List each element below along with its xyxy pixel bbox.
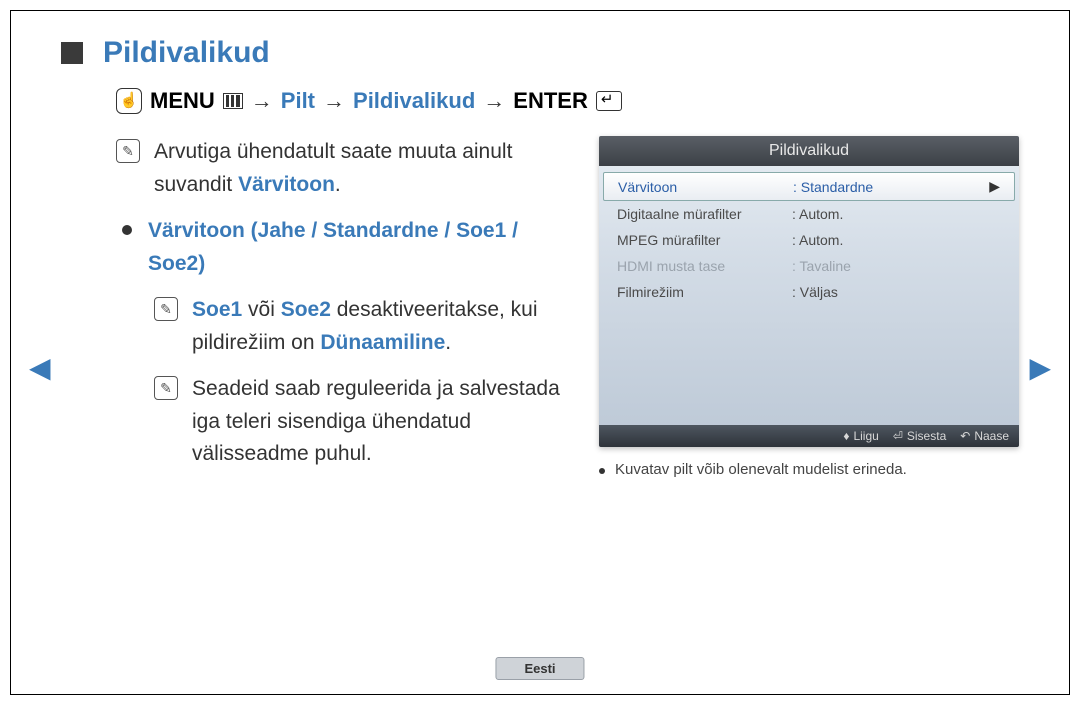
enter-icon: [596, 91, 622, 111]
footer-enter: ⏎ Sisesta: [893, 429, 946, 443]
osd-row-value: : Autom.: [792, 232, 1001, 248]
bullet-item: Värvitoon (Jahe / Standardne / Soe1 / So…: [116, 215, 574, 280]
note-1: ✎ Arvutiga ühendatult saate muuta ainult…: [116, 136, 574, 201]
breadcrumb-sep: →: [483, 88, 505, 114]
hand-icon: ☝: [116, 88, 142, 114]
osd-row-label: MPEG mürafilter: [617, 232, 792, 248]
text: või: [242, 298, 281, 321]
note-2: ✎ Soe1 või Soe2 desaktiveeritakse, kui p…: [154, 294, 574, 359]
text-highlight: Dünaamiline: [320, 331, 445, 354]
osd-panel: Pildivalikud Värvitoon: Standardne▶Digit…: [599, 136, 1019, 447]
square-bullet-icon: [61, 42, 83, 64]
osd-row[interactable]: MPEG mürafilter: Autom.: [603, 227, 1015, 253]
osd-row-label: Filmirežiim: [617, 284, 792, 300]
note-icon: ✎: [116, 139, 140, 163]
osd-row-label: Värvitoon: [618, 179, 793, 195]
language-badge: Eesti: [495, 657, 584, 680]
osd-row-value: : Standardne: [793, 179, 989, 195]
breadcrumb-sep: →: [251, 88, 273, 114]
footer-move-label: Liigu: [853, 429, 878, 443]
osd-row[interactable]: HDMI musta tase: Tavaline: [603, 253, 1015, 279]
osd-footer: ♦ Liigu ⏎ Sisesta ↶ Naase: [599, 425, 1019, 447]
osd-row-label: HDMI musta tase: [617, 258, 792, 274]
note-2-text: Soe1 või Soe2 desaktiveeritakse, kui pil…: [192, 294, 574, 359]
nav-next-arrow[interactable]: ▶: [1029, 351, 1051, 384]
text-highlight: Soe1: [192, 298, 242, 321]
footer-enter-label: Sisesta: [907, 429, 946, 443]
footer-move: ♦ Liigu: [843, 429, 878, 443]
text-highlight: Värvitoon: [238, 173, 335, 196]
breadcrumb-sep: →: [323, 88, 345, 114]
two-column-layout: ✎ Arvutiga ühendatult saate muuta ainult…: [116, 136, 1019, 485]
title-row: Pildivalikud: [61, 36, 1019, 70]
text-highlight: Soe2: [281, 298, 331, 321]
bullet-icon: [122, 225, 132, 235]
osd-row-value: : Tavaline: [792, 258, 1001, 274]
osd-row-value: : Autom.: [792, 206, 1001, 222]
left-column: ✎ Arvutiga ühendatult saate muuta ainult…: [116, 136, 574, 485]
text: .: [445, 331, 451, 354]
osd-body: Värvitoon: Standardne▶Digitaalne mürafil…: [599, 166, 1019, 425]
chevron-right-icon: ▶: [989, 178, 1000, 195]
nav-prev-arrow[interactable]: ◀: [29, 351, 51, 384]
enter-small-icon: ⏎: [893, 429, 903, 443]
content: Pildivalikud ☝ MENU → Pilt → Pildivaliku…: [61, 36, 1019, 485]
return-icon: ↶: [960, 429, 970, 443]
breadcrumb-pildivalikud: Pildivalikud: [353, 88, 475, 114]
footer-return-label: Naase: [974, 429, 1009, 443]
page-title: Pildivalikud: [103, 36, 270, 70]
osd-title: Pildivalikud: [599, 136, 1019, 166]
right-column: Pildivalikud Värvitoon: Standardne▶Digit…: [599, 136, 1019, 485]
page-frame: Pildivalikud ☝ MENU → Pilt → Pildivaliku…: [10, 10, 1070, 695]
osd-row[interactable]: Värvitoon: Standardne▶: [603, 172, 1015, 201]
caption-text: Kuvatav pilt võib olenevalt mudelist eri…: [615, 461, 907, 478]
breadcrumb-enter: ENTER: [513, 88, 588, 114]
updown-icon: ♦: [843, 429, 849, 443]
note-3-text: Seadeid saab reguleerida ja salvestada i…: [192, 373, 574, 471]
osd-row[interactable]: Digitaalne mürafilter: Autom.: [603, 201, 1015, 227]
osd-caption: Kuvatav pilt võib olenevalt mudelist eri…: [599, 461, 1019, 478]
note-3: ✎ Seadeid saab reguleerida ja salvestada…: [154, 373, 574, 471]
caption-bullet-icon: [599, 468, 605, 474]
breadcrumb-pilt: Pilt: [281, 88, 315, 114]
menu-grid-icon: [223, 93, 243, 109]
osd-row[interactable]: Filmirežiim: Väljas: [603, 279, 1015, 305]
osd-row-value: : Väljas: [792, 284, 1001, 300]
note-icon: ✎: [154, 297, 178, 321]
text: .: [335, 173, 341, 196]
osd-row-label: Digitaalne mürafilter: [617, 206, 792, 222]
note-icon: ✎: [154, 376, 178, 400]
breadcrumb: ☝ MENU → Pilt → Pildivalikud → ENTER: [116, 88, 1019, 114]
note-1-text: Arvutiga ühendatult saate muuta ainult s…: [154, 136, 574, 201]
footer-return: ↶ Naase: [960, 429, 1009, 443]
breadcrumb-menu: MENU: [150, 88, 215, 114]
bullet-text: Värvitoon (Jahe / Standardne / Soe1 / So…: [148, 215, 574, 280]
